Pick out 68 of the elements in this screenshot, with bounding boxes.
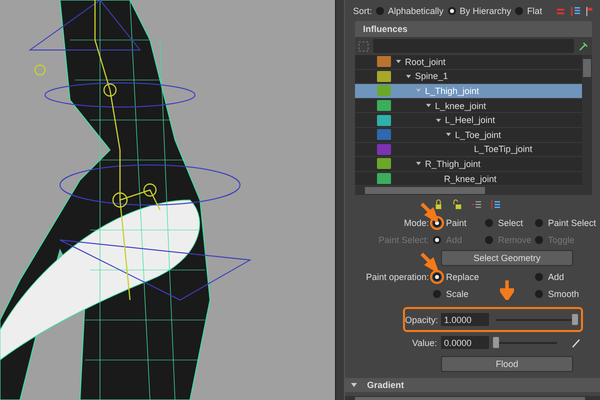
joint-name: L_Heel_joint <box>445 115 496 126</box>
paint-operation-label: Paint operation: <box>364 272 429 282</box>
horizontal-scrollbar[interactable] <box>355 186 592 196</box>
expand-arrow-icon[interactable] <box>351 382 357 388</box>
list-icon[interactable] <box>471 199 482 210</box>
mode-label: Mode: <box>402 218 429 228</box>
gradient-title: Gradient <box>367 380 404 390</box>
sort-radio[interactable] <box>376 7 384 15</box>
paint-operation-option-label[interactable]: Add <box>548 272 564 282</box>
sort-label: Sort: <box>353 6 372 16</box>
joint-name: L_Toe_joint <box>455 130 502 140</box>
panel-splitter[interactable] <box>335 0 345 400</box>
selection-icon[interactable] <box>358 40 369 52</box>
sort-option-label[interactable]: Flat <box>527 6 542 16</box>
mode-radio[interactable] <box>485 219 493 228</box>
expand-arrow-icon[interactable] <box>436 118 441 123</box>
joint-row[interactable]: L_knee_joint <box>355 98 582 114</box>
eyedropper-icon[interactable] <box>571 338 581 348</box>
select-geometry-button[interactable]: Select Geometry <box>441 250 573 266</box>
joint-row[interactable]: R_Thigh_joint <box>355 157 582 172</box>
joint-row[interactable]: Root_joint <box>355 55 582 70</box>
annotation-arrow <box>500 280 514 300</box>
expand-arrow-icon[interactable] <box>396 59 401 64</box>
list-icon[interactable] <box>490 199 501 210</box>
joint-name: L_knee_joint <box>435 100 486 111</box>
paint-operation-radio[interactable] <box>433 290 441 298</box>
opacity-field[interactable]: 1.0000 <box>441 313 489 326</box>
joint-name: Spine_1 <box>415 71 448 82</box>
joint-name: L_Thigh_joint <box>425 86 480 96</box>
expand-arrow-icon[interactable] <box>446 132 451 138</box>
paint-operation-option-label[interactable]: Scale <box>446 289 469 300</box>
list-icon[interactable] <box>570 6 581 16</box>
paint-operation-radio[interactable] <box>433 273 441 282</box>
lock-icon[interactable] <box>433 199 444 210</box>
paint-operation-option-label[interactable]: Replace <box>446 272 480 282</box>
annotation-arrow <box>420 252 438 272</box>
sort-option-label[interactable]: Alphabetically <box>388 6 444 16</box>
joint-name: R_knee_joint <box>444 174 497 184</box>
mode-option-label[interactable]: Paint Select <box>548 218 596 228</box>
opacity-slider-thumb[interactable] <box>572 314 578 326</box>
sort-option-label[interactable]: By Hierarchy <box>460 6 512 16</box>
joint-name: R_Thigh_joint <box>425 158 481 169</box>
value-field[interactable]: 0.0000 <box>441 336 489 350</box>
expand-arrow-icon[interactable] <box>416 161 421 166</box>
sort-radio[interactable] <box>515 7 524 15</box>
joint-name: Root_joint <box>405 56 446 67</box>
vertical-scrollbar[interactable] <box>582 55 592 186</box>
value-label: Value: <box>411 338 437 348</box>
joint-row[interactable]: L_ToeTip_joint <box>355 142 582 158</box>
mode-radio[interactable] <box>535 219 543 228</box>
expand-arrow-icon[interactable] <box>406 74 411 79</box>
joint-row[interactable]: L_Heel_joint <box>355 113 582 128</box>
unlock-icon[interactable] <box>452 199 463 210</box>
expand-arrow-icon[interactable] <box>426 103 431 108</box>
paint-operation-radio[interactable] <box>535 290 543 298</box>
joint-row[interactable]: L_Toe_joint <box>355 128 582 143</box>
mode-option-label[interactable]: Paint <box>446 218 467 228</box>
paint-operation-radio[interactable] <box>535 273 543 282</box>
paint-operation-option-label[interactable]: Smooth <box>548 289 580 300</box>
pin-icon[interactable] <box>578 40 589 52</box>
influences-header[interactable]: Influences <box>355 21 592 37</box>
joint-name: L_ToeTip_joint <box>474 144 532 154</box>
flood-button[interactable]: Flood <box>441 356 573 372</box>
opacity-label: Opacity: <box>405 314 437 325</box>
gradient-header[interactable]: Gradient <box>345 378 600 392</box>
mode-option-label[interactable]: Select <box>498 218 524 228</box>
sort-radio[interactable] <box>448 7 456 15</box>
value-slider-thumb[interactable] <box>493 337 499 348</box>
